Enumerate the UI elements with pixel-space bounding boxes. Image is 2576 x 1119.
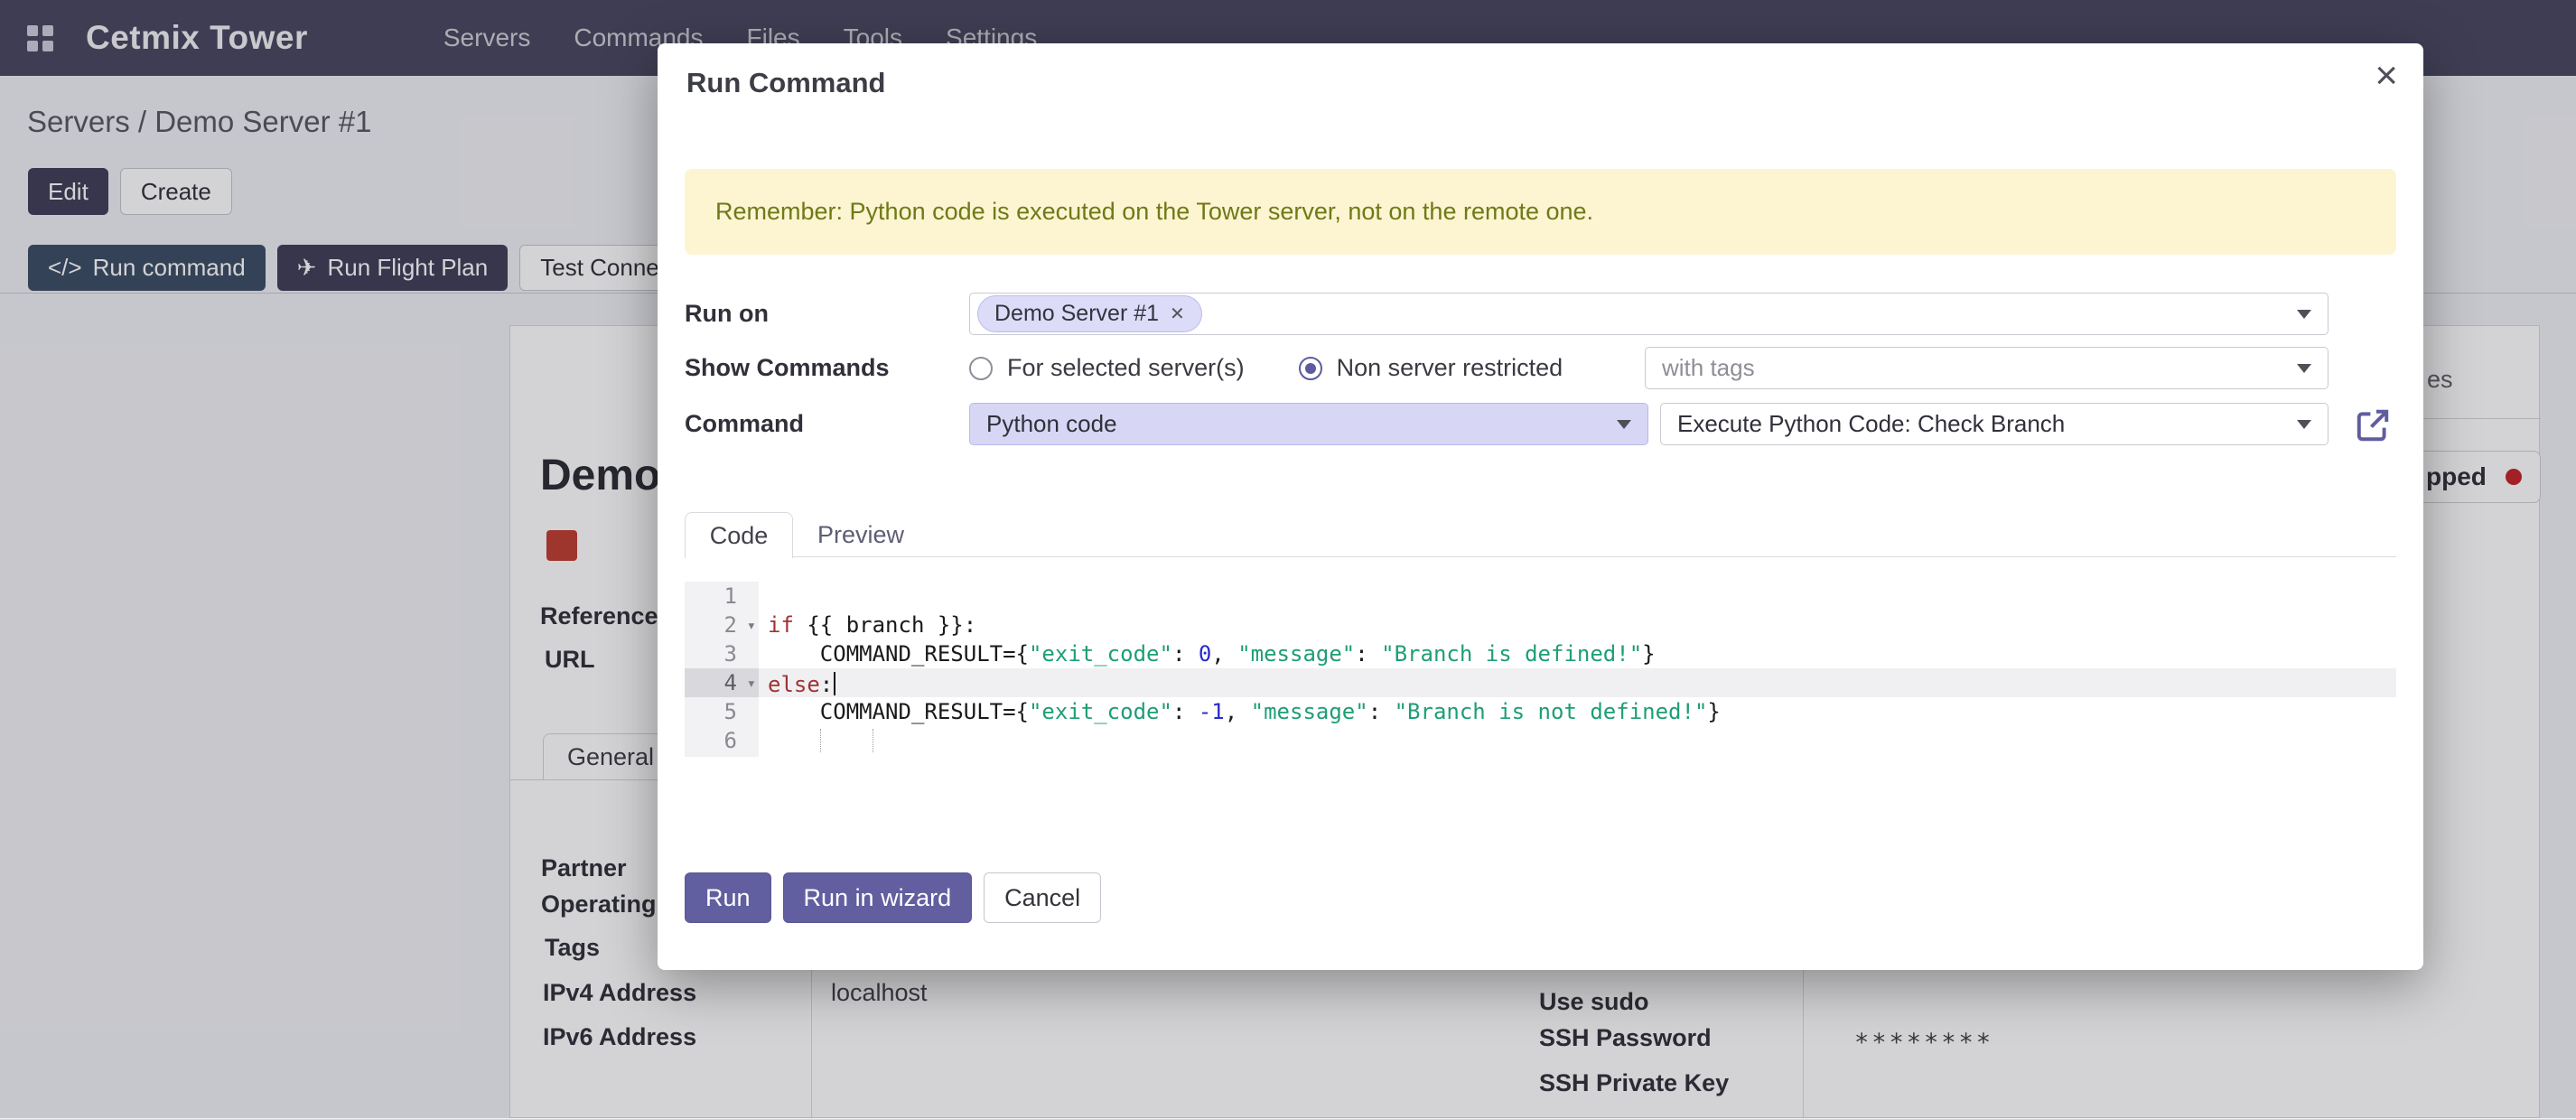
gutter-line: 1	[685, 582, 759, 611]
run-in-wizard-button[interactable]: Run in wizard	[783, 872, 973, 923]
show-commands-label: Show Commands	[685, 347, 890, 389]
server-tag-label: Demo Server #1	[994, 301, 1159, 327]
command-type-select[interactable]: Python code	[969, 403, 1648, 445]
text-cursor	[834, 672, 835, 695]
code-line[interactable]: else:	[759, 668, 2396, 697]
alert-text: Remember: Python code is executed on the…	[715, 198, 1593, 226]
run-on-label: Run on	[685, 293, 769, 335]
warning-alert: Remember: Python code is executed on the…	[685, 169, 2396, 255]
command-select[interactable]: Execute Python Code: Check Branch	[1660, 403, 2329, 445]
tab-bar-line	[685, 556, 2396, 557]
modal-title: Run Command	[686, 67, 885, 99]
editor-gutter: 12▾34▾56	[685, 582, 759, 757]
gutter-line: 3	[685, 639, 759, 668]
gutter-line: 4▾	[685, 668, 759, 697]
chevron-down-icon	[2297, 420, 2311, 429]
modal-footer: Run Run in wizard Cancel	[685, 872, 1101, 923]
run-command-modal: Run Command × Remember: Python code is e…	[658, 43, 2423, 970]
chevron-down-icon	[1617, 420, 1631, 429]
radio-non-server-restricted-label[interactable]: Non server restricted	[1337, 354, 1563, 382]
radio-non-server-restricted[interactable]	[1299, 357, 1322, 380]
command-label: Command	[685, 403, 804, 445]
fold-arrow-icon[interactable]: ▾	[747, 611, 756, 640]
command-type-value: Python code	[970, 410, 1117, 438]
tab-code[interactable]: Code	[685, 512, 793, 558]
server-tag: Demo Server #1 ✕	[977, 295, 1202, 332]
show-commands-radio-group: For selected server(s) Non server restri…	[969, 347, 1563, 389]
fold-arrow-icon[interactable]: ▾	[747, 669, 756, 698]
run-on-select[interactable]: Demo Server #1 ✕	[969, 293, 2329, 335]
gutter-line: 2▾	[685, 611, 759, 639]
gutter-line: 6	[685, 726, 759, 755]
close-icon: ×	[2375, 53, 2398, 98]
tags-filter-select[interactable]: with tags	[1645, 347, 2329, 389]
gutter-line: 5	[685, 697, 759, 726]
code-line[interactable]: COMMAND_RESULT={"exit_code": -1, "messag…	[759, 697, 2396, 726]
tab-preview[interactable]: Preview	[802, 512, 919, 558]
code-line[interactable]	[759, 582, 2396, 611]
cancel-button[interactable]: Cancel	[984, 872, 1101, 923]
radio-for-selected-servers-label[interactable]: For selected server(s)	[1007, 354, 1245, 382]
code-editor[interactable]: 12▾34▾56 if {{ branch }}: COMMAND_RESULT…	[685, 582, 2396, 757]
command-value: Execute Python Code: Check Branch	[1661, 410, 2065, 438]
code-line[interactable]	[759, 726, 2396, 755]
external-link-icon[interactable]	[2354, 406, 2392, 444]
tag-remove-icon[interactable]: ✕	[1170, 303, 1185, 325]
chevron-down-icon	[2297, 364, 2311, 373]
close-button[interactable]: ×	[2375, 56, 2398, 96]
chevron-down-icon	[2297, 310, 2311, 319]
run-button[interactable]: Run	[685, 872, 771, 923]
code-line[interactable]: if {{ branch }}:	[759, 611, 2396, 639]
code-line[interactable]: COMMAND_RESULT={"exit_code": 0, "message…	[759, 639, 2396, 668]
editor-code-area[interactable]: if {{ branch }}: COMMAND_RESULT={"exit_c…	[759, 582, 2396, 757]
tags-filter-placeholder: with tags	[1646, 354, 1755, 382]
radio-for-selected-servers[interactable]	[969, 357, 993, 380]
